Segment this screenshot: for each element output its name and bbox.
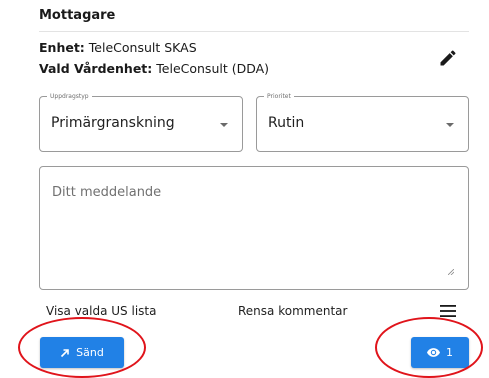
- send-arrow-icon: [61, 348, 69, 357]
- recipient-title: Mottagare: [39, 8, 116, 23]
- care-unit-value: TeleConsult (DDA): [156, 61, 270, 76]
- care-unit-info: Vald Vårdenhet: TeleConsult (DDA): [39, 61, 269, 76]
- chevron-down-icon: [446, 123, 454, 127]
- priority-select[interactable]: Prioritet Rutin: [256, 92, 469, 152]
- care-unit-label: Vald Vårdenhet:: [39, 61, 153, 76]
- chevron-down-icon: [220, 123, 228, 127]
- message-input[interactable]: [40, 167, 468, 289]
- unit-label: Enhet:: [39, 40, 85, 55]
- clear-comment-link[interactable]: Rensa kommentar: [238, 304, 347, 318]
- show-selected-list-link[interactable]: Visa valda US lista: [46, 304, 156, 318]
- message-field: [39, 166, 469, 290]
- unit-value: TeleConsult SKAS: [88, 40, 197, 55]
- send-button-label: Sänd: [76, 346, 104, 359]
- assignment-type-select[interactable]: Uppdragstyp Primärgranskning: [39, 92, 243, 152]
- assignment-type-label: Uppdragstyp: [47, 92, 92, 101]
- priority-value: Rutin: [268, 115, 305, 131]
- resize-handle-icon[interactable]: [448, 269, 454, 275]
- view-count: 1: [446, 346, 453, 359]
- eye-icon: [427, 348, 440, 357]
- section-divider: [39, 31, 469, 32]
- assignment-type-value: Primärgranskning: [51, 115, 175, 131]
- edit-icon[interactable]: [438, 48, 458, 68]
- unit-info: Enhet: TeleConsult SKAS: [39, 40, 197, 55]
- send-button[interactable]: Sänd: [40, 337, 124, 368]
- view-selected-button[interactable]: 1: [411, 337, 469, 368]
- menu-icon[interactable]: [440, 303, 456, 317]
- priority-label: Prioritet: [264, 92, 294, 101]
